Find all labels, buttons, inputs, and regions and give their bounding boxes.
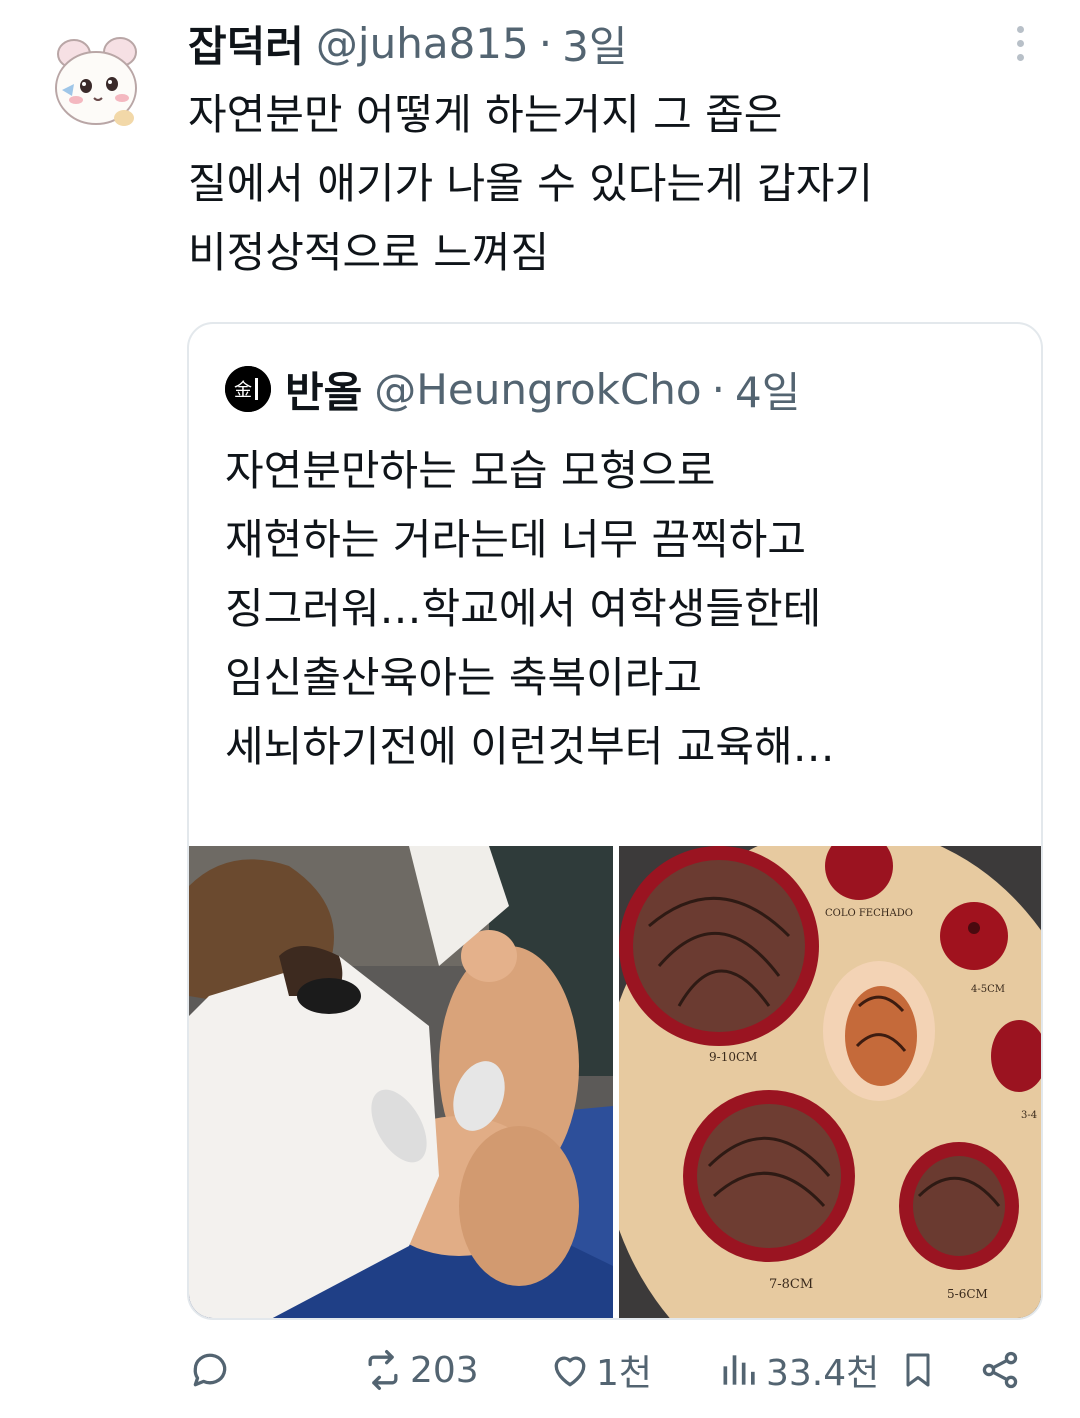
reply-icon	[188, 1348, 232, 1392]
header-separator: ·	[538, 18, 553, 68]
quoted-timestamp: 4일	[734, 367, 801, 417]
author-handle[interactable]: @juha815	[316, 19, 529, 68]
bookmark-icon	[898, 1348, 938, 1392]
quoted-tweet-header: 金 반올 @HeungrokCho · 4일	[225, 354, 800, 424]
tweet-text: 자연분만 어떻게 하는거지 그 좁은 질에서 애기가 나올 수 있다는게 갑자기…	[188, 80, 1048, 287]
label-colo-fechado: COLO FECHADO	[825, 908, 913, 919]
quoted-tweet-card[interactable]: 金 반올 @HeungrokCho · 4일 자연분만하는 모습 모형으로 재현…	[187, 322, 1043, 1320]
quoted-text-line: 임신출산육아는 축복이라고	[225, 653, 703, 702]
quoted-author-avatar: 金	[225, 366, 271, 412]
label-4-5cm: 4-5CM	[971, 984, 1005, 995]
bookmark-button[interactable]	[898, 1325, 938, 1415]
quoted-tweet-text: 자연분만하는 모습 모형으로 재현하는 거라는데 너무 끔찍하고 징그러워…학교…	[225, 436, 1025, 781]
media-photo-dilation-model[interactable]: COLO FECHADO 4-5CM 9-10CM 3-4 7-8CM 5-6C…	[599, 826, 1041, 1318]
views-icon	[718, 1348, 762, 1392]
like-button[interactable]: 1천	[548, 1325, 652, 1415]
share-icon	[978, 1348, 1022, 1392]
quoted-header-separator: ·	[711, 364, 725, 414]
retweet-count: 203	[410, 1349, 479, 1391]
tweet-text-line: 자연분만 어떻게 하는거지 그 좁은	[188, 90, 783, 139]
more-options-icon[interactable]	[1000, 18, 1040, 68]
tweet-timestamp[interactable]: 3일	[562, 13, 627, 74]
tweet-header: 잡덕러 @juha815 · 3일	[188, 8, 627, 78]
quoted-text-line: 징그러워…학교에서 여학생들한테	[225, 584, 822, 633]
quoted-text-line: 세뇌하기전에 이런것부터 교육해…	[225, 722, 835, 771]
user-avatar[interactable]	[36, 22, 156, 142]
author-display-name[interactable]: 잡덕러	[188, 13, 304, 74]
quoted-author-display-name: 반올	[285, 367, 363, 417]
svg-text:金: 金	[234, 380, 252, 401]
tweet-text-line: 질에서 애기가 나올 수 있다는게 갑자기	[188, 159, 873, 208]
like-count: 1천	[596, 1353, 653, 1394]
views-count: 33.4천	[766, 1353, 880, 1394]
reply-button[interactable]	[188, 1325, 232, 1415]
label-9-10cm: 9-10CM	[709, 1050, 757, 1064]
retweet-button[interactable]: 203	[360, 1325, 479, 1415]
label-3-4: 3-4	[1021, 1110, 1037, 1121]
tweet-text-line: 비정상적으로 느껴짐	[188, 228, 550, 277]
label-5-6cm: 5-6CM	[947, 1287, 988, 1301]
share-button[interactable]	[978, 1325, 1022, 1415]
retweet-icon	[360, 1348, 406, 1392]
views-button[interactable]: 33.4천	[718, 1325, 879, 1415]
media-photo-birth-simulator[interactable]	[189, 846, 613, 1318]
quoted-text-line: 자연분만하는 모습 모형으로	[225, 446, 716, 495]
label-7-8cm: 7-8CM	[769, 1277, 813, 1292]
quoted-author-handle: @HeungrokCho	[374, 364, 702, 414]
heart-icon	[548, 1348, 592, 1392]
quoted-text-line: 재현하는 거라는데 너무 끔찍하고	[225, 515, 807, 564]
tweet-action-bar: 203 1천 33.4천	[188, 1325, 1048, 1415]
